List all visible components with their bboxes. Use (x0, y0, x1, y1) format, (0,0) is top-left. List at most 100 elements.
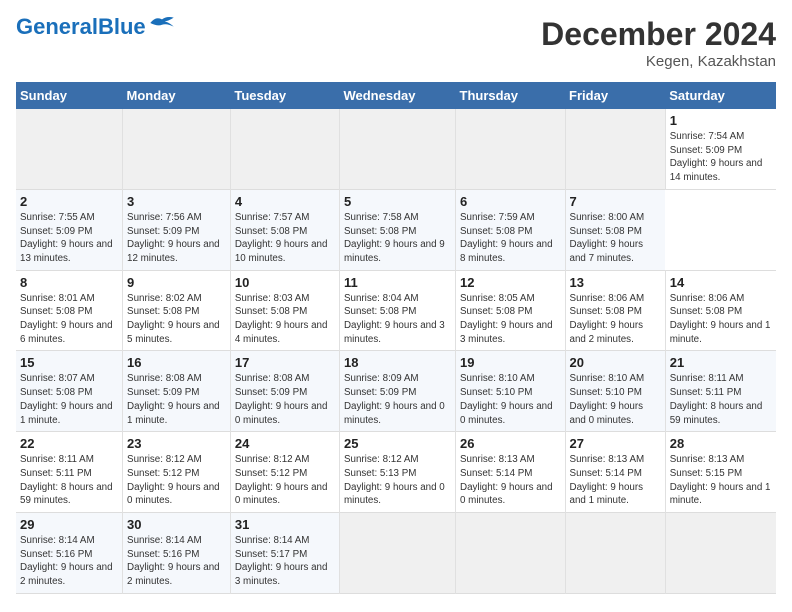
title-block: December 2024 Kegen, Kazakhstan (541, 16, 776, 70)
empty-cell (565, 109, 665, 189)
day-number: 8 (20, 275, 118, 290)
calendar-day-cell: 17 Sunrise: 8:08 AMSunset: 5:09 PMDayligh… (230, 351, 339, 432)
calendar-day-cell: 7 Sunrise: 8:00 AMSunset: 5:08 PMDaylight… (565, 189, 665, 270)
day-info: Sunrise: 7:57 AMSunset: 5:08 PMDaylight:… (235, 212, 328, 264)
day-info: Sunrise: 8:09 AMSunset: 5:09 PMDaylight:… (344, 373, 445, 425)
day-number: 22 (20, 436, 118, 451)
day-info: Sunrise: 7:54 AMSunset: 5:09 PMDaylight:… (670, 131, 763, 183)
empty-cell (665, 513, 776, 594)
calendar-day-cell: 25Sunrise: 8:12 AMSunset: 5:13 PMDayligh… (339, 432, 455, 513)
calendar-header-row: SundayMondayTuesdayWednesdayThursdayFrid… (16, 82, 776, 109)
day-info: Sunrise: 8:01 AMSunset: 5:08 PMDaylight:… (20, 293, 113, 345)
calendar-day-cell: 28Sunrise: 8:13 AMSunset: 5:15 PMDayligh… (665, 432, 776, 513)
calendar-day-cell: 8 Sunrise: 8:01 AMSunset: 5:08 PMDaylight… (16, 270, 123, 351)
header-sunday: Sunday (16, 82, 123, 109)
day-info: Sunrise: 8:06 AMSunset: 5:08 PMDaylight:… (670, 293, 771, 345)
day-info: Sunrise: 8:14 AMSunset: 5:16 PMDaylight:… (20, 535, 113, 587)
empty-cell (565, 513, 665, 594)
day-info: Sunrise: 8:04 AMSunset: 5:08 PMDaylight:… (344, 293, 445, 345)
empty-cell (230, 109, 339, 189)
calendar-day-cell: 18Sunrise: 8:09 AMSunset: 5:09 PMDayligh… (339, 351, 455, 432)
day-info: Sunrise: 8:06 AMSunset: 5:08 PMDaylight:… (570, 293, 645, 345)
day-info: Sunrise: 8:12 AMSunset: 5:13 PMDaylight:… (344, 454, 445, 506)
day-number: 3 (127, 194, 226, 209)
day-info: Sunrise: 8:10 AMSunset: 5:10 PMDaylight:… (570, 373, 645, 425)
empty-cell (339, 109, 455, 189)
day-number: 15 (20, 355, 118, 370)
day-info: Sunrise: 8:05 AMSunset: 5:08 PMDaylight:… (460, 293, 553, 345)
header-monday: Monday (123, 82, 231, 109)
day-number: 17 (235, 355, 335, 370)
calendar-day-cell: 19Sunrise: 8:10 AMSunset: 5:10 PMDayligh… (456, 351, 566, 432)
logo-blue: Blue (98, 14, 146, 39)
page-title: December 2024 (541, 16, 776, 53)
day-number: 12 (460, 275, 561, 290)
day-number: 13 (570, 275, 661, 290)
day-number: 10 (235, 275, 335, 290)
day-number: 2 (20, 194, 118, 209)
day-number: 30 (127, 517, 226, 532)
day-number: 5 (344, 194, 451, 209)
day-number: 26 (460, 436, 561, 451)
day-info: Sunrise: 8:07 AMSunset: 5:08 PMDaylight:… (20, 373, 113, 425)
empty-cell (123, 109, 231, 189)
day-number: 16 (127, 355, 226, 370)
calendar-day-cell: 30Sunrise: 8:14 AMSunset: 5:16 PMDayligh… (123, 513, 231, 594)
calendar-day-cell: 2 Sunrise: 7:55 AMSunset: 5:09 PMDaylight… (16, 189, 123, 270)
calendar-day-cell: 26Sunrise: 8:13 AMSunset: 5:14 PMDayligh… (456, 432, 566, 513)
calendar-day-cell: 27 Sunrise: 8:13 AMSunset: 5:14 PMDayligh… (565, 432, 665, 513)
day-info: Sunrise: 7:56 AMSunset: 5:09 PMDaylight:… (127, 212, 220, 264)
day-info: Sunrise: 8:08 AMSunset: 5:09 PMDaylight:… (127, 373, 220, 425)
calendar-day-cell: 29 Sunrise: 8:14 AMSunset: 5:16 PMDayligh… (16, 513, 123, 594)
calendar-week-row: 1 Sunrise: 7:54 AMSunset: 5:09 PMDaylight… (16, 109, 776, 189)
day-number: 28 (670, 436, 772, 451)
calendar-day-cell: 12 Sunrise: 8:05 AMSunset: 5:08 PMDayligh… (456, 270, 566, 351)
page-subtitle: Kegen, Kazakhstan (541, 53, 776, 70)
empty-cell (16, 109, 123, 189)
day-number: 29 (20, 517, 118, 532)
day-number: 24 (235, 436, 335, 451)
day-number: 6 (460, 194, 561, 209)
calendar-day-cell: 11Sunrise: 8:04 AMSunset: 5:08 PMDayligh… (339, 270, 455, 351)
day-number: 1 (670, 113, 772, 128)
day-info: Sunrise: 8:03 AMSunset: 5:08 PMDaylight:… (235, 293, 328, 345)
calendar-week-row: 22 Sunrise: 8:11 AMSunset: 5:11 PMDayligh… (16, 432, 776, 513)
day-info: Sunrise: 8:02 AMSunset: 5:08 PMDaylight:… (127, 293, 220, 345)
day-number: 4 (235, 194, 335, 209)
header-saturday: Saturday (665, 82, 776, 109)
logo-general: General (16, 14, 98, 39)
calendar-day-cell: 20 Sunrise: 8:10 AMSunset: 5:10 PMDayligh… (565, 351, 665, 432)
day-info: Sunrise: 8:13 AMSunset: 5:14 PMDaylight:… (570, 454, 645, 506)
day-number: 7 (570, 194, 662, 209)
day-info: Sunrise: 8:11 AMSunset: 5:11 PMDaylight:… (670, 373, 763, 425)
day-number: 20 (570, 355, 661, 370)
calendar-week-row: 2 Sunrise: 7:55 AMSunset: 5:09 PMDaylight… (16, 189, 776, 270)
empty-cell (456, 513, 566, 594)
calendar-day-cell: 5Sunrise: 7:58 AMSunset: 5:08 PMDaylight… (339, 189, 455, 270)
day-info: Sunrise: 7:59 AMSunset: 5:08 PMDaylight:… (460, 212, 553, 264)
day-info: Sunrise: 7:55 AMSunset: 5:09 PMDaylight:… (20, 212, 113, 264)
day-info: Sunrise: 8:12 AMSunset: 5:12 PMDaylight:… (127, 454, 220, 506)
day-info: Sunrise: 8:12 AMSunset: 5:12 PMDaylight:… (235, 454, 328, 506)
calendar-day-cell: 3 Sunrise: 7:56 AMSunset: 5:09 PMDaylight… (123, 189, 231, 270)
day-info: Sunrise: 8:08 AMSunset: 5:09 PMDaylight:… (235, 373, 328, 425)
calendar-day-cell: 21Sunrise: 8:11 AMSunset: 5:11 PMDayligh… (665, 351, 776, 432)
day-number: 23 (127, 436, 226, 451)
header-friday: Friday (565, 82, 665, 109)
calendar-day-cell: 4 Sunrise: 7:57 AMSunset: 5:08 PMDaylight… (230, 189, 339, 270)
header-thursday: Thursday (456, 82, 566, 109)
header-tuesday: Tuesday (230, 82, 339, 109)
day-info: Sunrise: 8:11 AMSunset: 5:11 PMDaylight:… (20, 454, 113, 506)
empty-cell (456, 109, 566, 189)
page-header: GeneralBlue December 2024 Kegen, Kazakhs… (16, 16, 776, 70)
calendar-day-cell: 6 Sunrise: 7:59 AMSunset: 5:08 PMDaylight… (456, 189, 566, 270)
calendar-day-cell: 9 Sunrise: 8:02 AMSunset: 5:08 PMDaylight… (123, 270, 231, 351)
calendar-week-row: 15 Sunrise: 8:07 AMSunset: 5:08 PMDayligh… (16, 351, 776, 432)
calendar-day-cell: 16 Sunrise: 8:08 AMSunset: 5:09 PMDayligh… (123, 351, 231, 432)
calendar-day-cell: 31Sunrise: 8:14 AMSunset: 5:17 PMDayligh… (230, 513, 339, 594)
day-info: Sunrise: 8:00 AMSunset: 5:08 PMDaylight:… (570, 212, 645, 264)
day-number: 27 (570, 436, 661, 451)
calendar-day-cell: 14Sunrise: 8:06 AMSunset: 5:08 PMDayligh… (665, 270, 776, 351)
calendar-table: SundayMondayTuesdayWednesdayThursdayFrid… (16, 82, 776, 594)
day-number: 9 (127, 275, 226, 290)
